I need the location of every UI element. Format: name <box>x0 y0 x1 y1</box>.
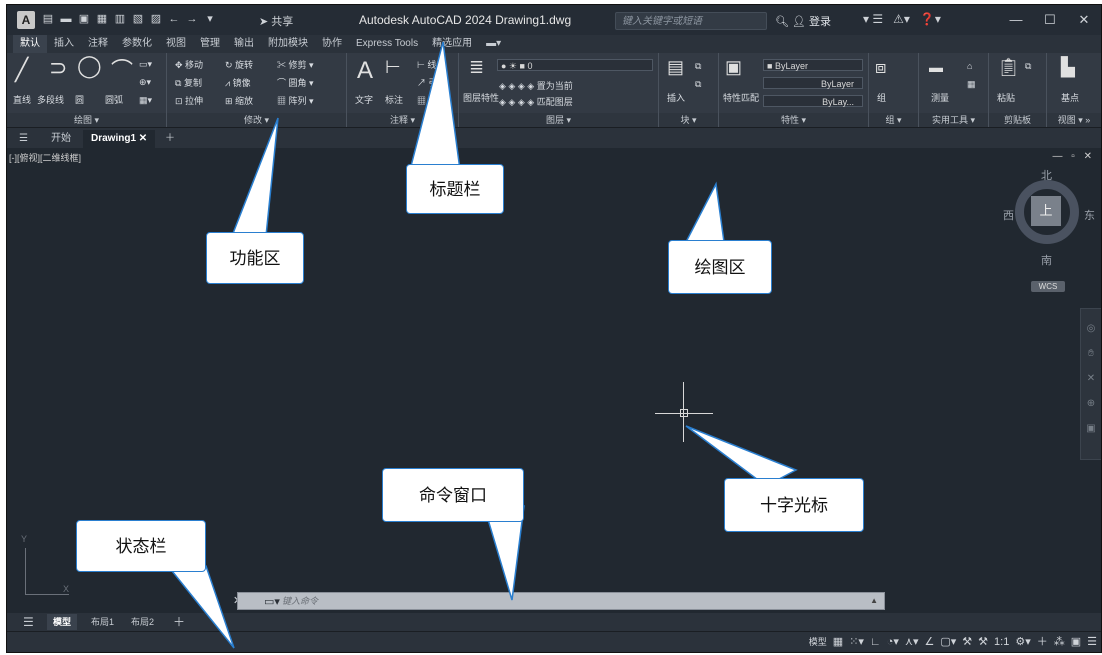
statusbar-callout-pointer <box>166 565 235 649</box>
drawing-callout-pointer <box>684 181 725 243</box>
callout-command-window: 命令窗口 <box>382 468 524 522</box>
ribbon-callout-pointer <box>230 117 279 237</box>
callout-crosshair: 十字光标 <box>724 478 864 532</box>
callout-statusbar: 状态栏 <box>76 520 206 572</box>
crosshair-callout-pointer <box>685 425 798 487</box>
callout-drawing-area: 绘图区 <box>668 240 772 294</box>
titlebar-callout-pointer <box>409 41 461 171</box>
callout-ribbon: 功能区 <box>206 232 304 284</box>
callout-titlebar: 标题栏 <box>406 164 504 214</box>
